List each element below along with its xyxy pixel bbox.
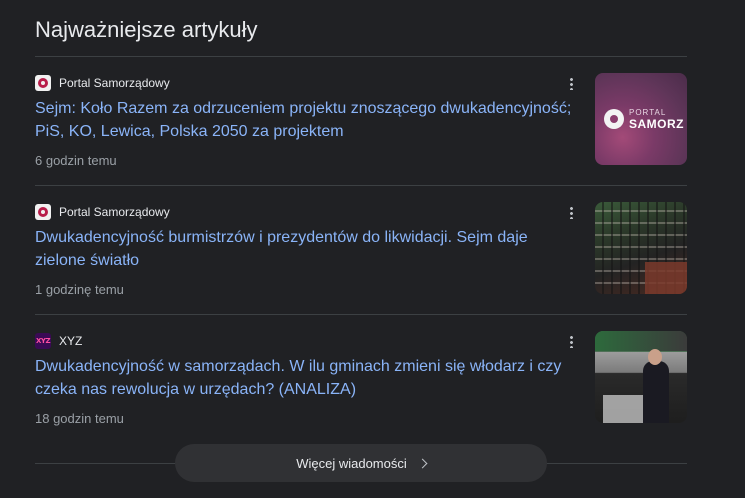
article-headline-link[interactable]: Sejm: Koło Razem za odrzuceniem projektu… (35, 97, 580, 143)
thumbnail-logo-text-small: PORTAL (629, 108, 667, 117)
portal-logo-icon (604, 109, 624, 129)
xyz-favicon-text: XYZ (36, 337, 51, 345)
article-time: 6 godzin temu (35, 153, 117, 168)
divider (35, 314, 687, 315)
article-card[interactable]: Portal Samorządowy Sejm: Koło Razem za o… (35, 73, 687, 201)
article-thumbnail[interactable]: PORTAL SAMORZ (595, 73, 687, 165)
chevron-right-icon (417, 458, 428, 468)
article-headline-link[interactable]: Dwukadencyjność w samorządach. W ilu gmi… (35, 355, 580, 401)
thumbnail-banner (595, 331, 687, 351)
article-source: Portal Samorządowy (35, 75, 170, 91)
source-name: Portal Samorządowy (59, 205, 170, 219)
divider (35, 185, 687, 186)
speaker-head-shape (648, 349, 662, 365)
top-stories-panel: Najważniejsze artykuły Portal Samorządow… (0, 0, 745, 498)
article-card[interactable]: XYZ XYZ Dwukadencyjność w samorządach. W… (35, 331, 687, 459)
article-time: 1 godzinę temu (35, 282, 124, 297)
article-headline-link[interactable]: Dwukadencyjność burmistrzów i prezydentó… (35, 226, 580, 272)
speaker-shape (643, 361, 669, 423)
article-source: XYZ XYZ (35, 333, 82, 349)
portal-samorzadowy-favicon-icon (35, 204, 51, 220)
more-options-icon[interactable] (561, 73, 581, 93)
thumbnail-logo-text-big: SAMORZ (629, 117, 684, 131)
podium-shape (603, 395, 647, 423)
article-source: Portal Samorządowy (35, 204, 170, 220)
source-name: Portal Samorządowy (59, 76, 170, 90)
xyz-favicon-icon: XYZ (35, 333, 51, 349)
portal-samorzadowy-favicon-icon (35, 75, 51, 91)
article-thumbnail[interactable] (595, 202, 687, 294)
divider (35, 56, 687, 57)
source-name: XYZ (59, 334, 83, 348)
article-time: 18 godzin temu (35, 411, 124, 426)
article-card[interactable]: Portal Samorządowy Dwukadencyjność burmi… (35, 202, 687, 330)
article-thumbnail[interactable] (595, 331, 687, 423)
more-news-label: Więcej wiadomości (296, 455, 407, 471)
section-title: Najważniejsze artykuły (35, 17, 258, 42)
parliament-bench-shape (645, 262, 687, 294)
more-options-icon[interactable] (561, 331, 581, 351)
more-options-icon[interactable] (561, 202, 581, 222)
more-news-button[interactable]: Więcej wiadomości (175, 444, 547, 482)
